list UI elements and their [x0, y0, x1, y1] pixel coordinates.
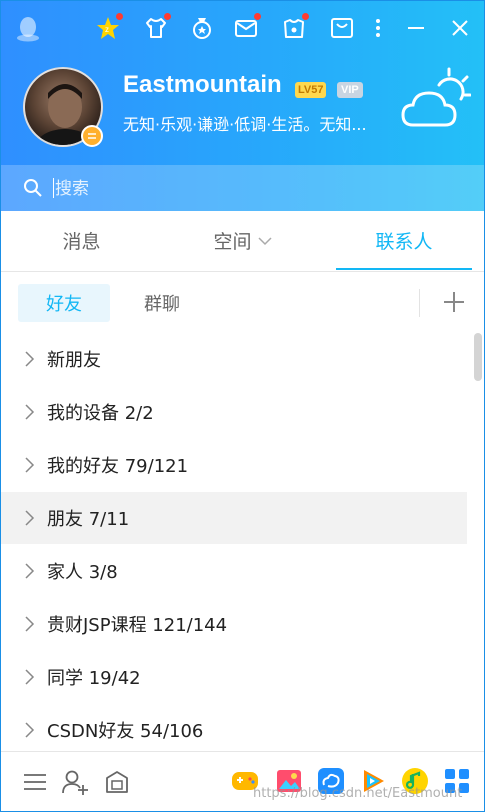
- signature[interactable]: 无知·乐观·谦逊·低调·生活。无知...: [123, 111, 389, 135]
- group-label: 新朋友: [47, 350, 101, 371]
- profile-section: Eastmountain LV57 VIP 无知·乐观·谦逊·低调·生活。无知.…: [1, 61, 484, 165]
- group-label: 朋友 7/11: [47, 509, 130, 530]
- group-label: 我的好友 79/121: [47, 456, 189, 477]
- subtab-friends[interactable]: 好友: [18, 284, 110, 322]
- bottom-toolbar: https://blog.csdn.net/Eastmount: [1, 751, 484, 811]
- contact-subtabs: 好友 群聊: [1, 281, 484, 325]
- chevron-right-icon: [25, 404, 35, 420]
- chevron-right-icon: [25, 722, 35, 738]
- group-label: CSDN好友 54/106: [47, 721, 204, 742]
- app-manager-icon[interactable]: [103, 768, 131, 796]
- more-menu-icon[interactable]: [363, 13, 393, 43]
- subtab-groups[interactable]: 群聊: [116, 284, 208, 322]
- list-item[interactable]: 我的好友 79/121: [1, 439, 467, 491]
- close-icon[interactable]: [445, 13, 475, 43]
- main-menu-icon[interactable]: [21, 768, 49, 796]
- group-label: 同学 19/42: [47, 668, 141, 689]
- wallet-icon[interactable]: [329, 15, 355, 41]
- group-label: 我的设备 2/2: [47, 403, 154, 424]
- list-item[interactable]: 我的设备 2/2: [1, 386, 467, 438]
- level-badge[interactable]: LV57: [295, 82, 327, 98]
- titlebar: z: [1, 1, 484, 57]
- shirt-icon[interactable]: [143, 13, 171, 41]
- chevron-right-icon: [25, 669, 35, 685]
- add-icon[interactable]: [441, 289, 467, 315]
- tab-messages[interactable]: 消息: [1, 211, 162, 270]
- qq-penguin-icon[interactable]: [15, 15, 41, 43]
- chevron-right-icon: [25, 616, 35, 632]
- nickname[interactable]: Eastmountain: [123, 71, 282, 99]
- tab-qzone[interactable]: 空间: [162, 211, 323, 270]
- text-caret: [53, 178, 54, 198]
- search-bar[interactable]: [1, 165, 484, 211]
- list-item[interactable]: 新朋友: [1, 333, 467, 385]
- minimize-icon[interactable]: [401, 13, 431, 43]
- scrollbar-thumb[interactable]: [474, 333, 482, 381]
- gift-shop-icon[interactable]: [281, 13, 309, 41]
- chevron-right-icon: [25, 351, 35, 367]
- list-item[interactable]: 朋友 7/11: [1, 492, 467, 544]
- list-item[interactable]: 贵财JSP课程 121/144: [1, 598, 467, 650]
- group-label: 家人 3/8: [47, 562, 118, 583]
- tab-contacts[interactable]: 联系人: [336, 211, 472, 270]
- chevron-right-icon: [25, 563, 35, 579]
- qq-window: z Eastmountain LV57 VIP 无知·乐观·谦逊·低调·生活。无…: [0, 0, 485, 812]
- list-item[interactable]: 家人 3/8: [1, 545, 467, 597]
- search-input[interactable]: [53, 175, 357, 203]
- add-friend-icon[interactable]: [61, 768, 89, 796]
- watermark: https://blog.csdn.net/Eastmount: [253, 786, 463, 801]
- header: z Eastmountain LV57 VIP 无知·乐观·谦逊·低调·生活。无…: [1, 1, 484, 211]
- chevron-down-icon: [257, 236, 272, 245]
- qq-level-icon[interactable]: z: [95, 13, 123, 41]
- vip-badge[interactable]: VIP: [337, 82, 363, 98]
- scrollbar[interactable]: [473, 333, 483, 749]
- chevron-right-icon: [25, 457, 35, 473]
- group-label: 贵财JSP课程 121/144: [47, 615, 228, 636]
- divider: [419, 289, 420, 317]
- list-item[interactable]: 同学 19/42: [1, 651, 467, 703]
- main-tabs: 消息 空间 联系人: [1, 211, 484, 272]
- chevron-right-icon: [25, 510, 35, 526]
- online-status-icon[interactable]: [81, 125, 103, 147]
- medal-icon[interactable]: [189, 15, 215, 41]
- list-item[interactable]: CSDN好友 54/106: [1, 704, 467, 749]
- mail-icon[interactable]: [233, 13, 261, 41]
- active-tab-indicator: [336, 268, 472, 270]
- svg-text:z: z: [105, 25, 109, 34]
- weather-icon[interactable]: [399, 65, 471, 135]
- search-icon: [24, 179, 42, 197]
- friend-group-list: 新朋友 我的设备 2/2 我的好友 79/121 朋友 7/11 家人 3/8 …: [1, 333, 484, 749]
